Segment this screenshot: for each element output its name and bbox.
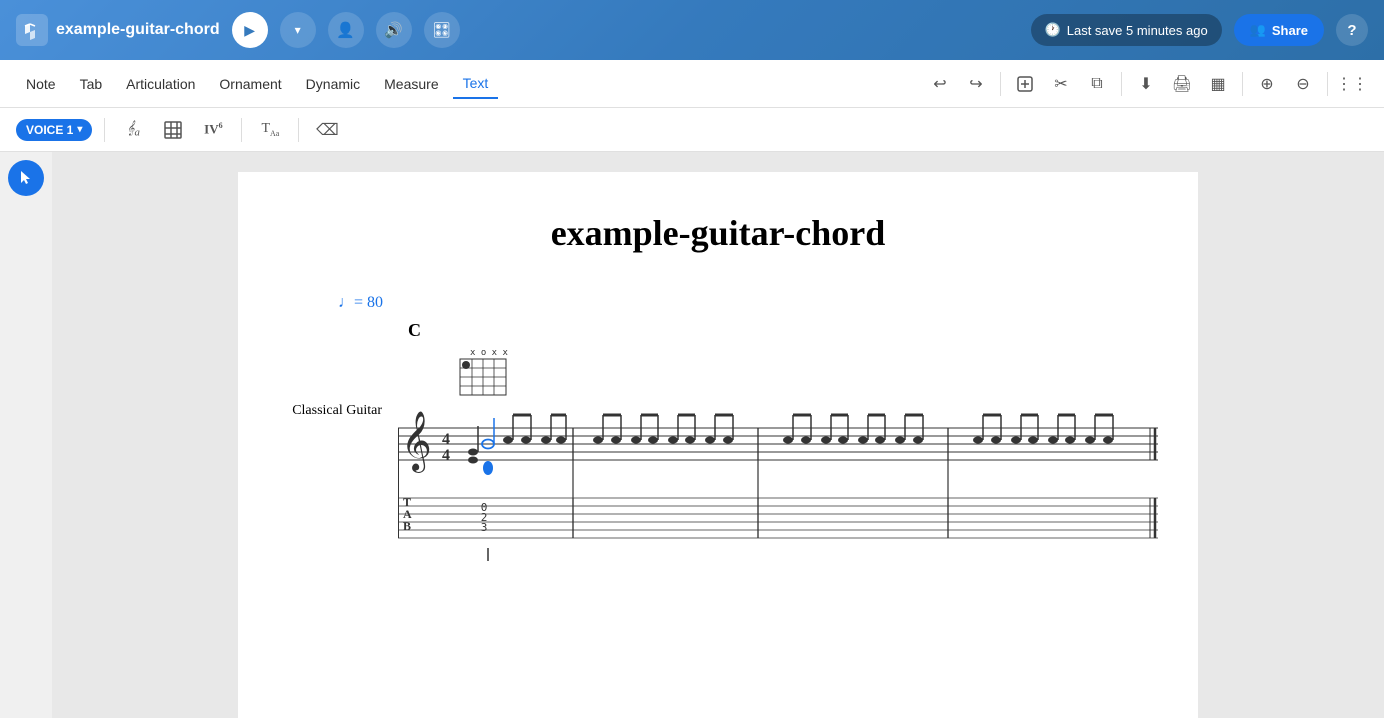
svg-text:3: 3 [481, 521, 488, 534]
chord-name: C [408, 320, 1158, 341]
instrument-label: Classical Guitar [278, 343, 398, 419]
help-icon: ? [1347, 22, 1356, 39]
sub-toolbar: VOICE 1 ▾ 𝄞a IV6 TAa ⌫ [0, 108, 1384, 152]
cut-button[interactable]: ✂ [1045, 68, 1077, 100]
header-right: 🕐 Last save 5 minutes ago 👥 Share ? [1031, 14, 1368, 46]
sub-divider-2 [241, 118, 242, 142]
redo-button[interactable]: ↪ [960, 68, 992, 100]
delete-icon: ⌫ [316, 120, 339, 140]
svg-text:4: 4 [442, 447, 450, 464]
main-content: example-guitar-chord ♩= 80 C Classical G… [52, 152, 1384, 718]
last-save-button[interactable]: 🕐 Last save 5 minutes ago [1031, 14, 1222, 46]
share-icon: 👥 [1250, 22, 1266, 38]
mixer-icon: 🎛 [432, 21, 451, 39]
app-logo: example-guitar-chord [16, 14, 220, 46]
pointer-icon [17, 169, 35, 187]
menu-dynamic[interactable]: Dynamic [296, 70, 370, 98]
download-button[interactable]: ⬇ [1130, 68, 1162, 100]
zoom-out-button[interactable]: ⊖ [1287, 68, 1319, 100]
toolbar-divider-3 [1242, 72, 1243, 96]
menu-tab[interactable]: Tab [70, 70, 113, 98]
app-title: example-guitar-chord [56, 21, 220, 39]
staff-container: Classical Guitar x o x x [278, 343, 1158, 568]
chord-symbol-icon: IV6 [204, 121, 222, 137]
voice-chevron-icon: ▾ [77, 124, 82, 135]
volume-button[interactable]: 🔊 [376, 12, 412, 48]
copy-button[interactable]: ⧉ [1081, 68, 1113, 100]
share-label: Share [1272, 23, 1308, 38]
chord-grid-icon [164, 121, 182, 139]
staff-svg: x o x x [398, 343, 1158, 568]
clock-icon: 🕐 [1045, 22, 1061, 38]
volume-icon: 🔊 [384, 21, 403, 39]
text-style-button[interactable]: TAa [254, 114, 286, 146]
menu-measure[interactable]: Measure [374, 70, 448, 98]
menu-note[interactable]: Note [16, 70, 66, 98]
text-style-icon: TAa [261, 121, 279, 138]
help-button[interactable]: ? [1336, 14, 1368, 46]
notation-area: ♩= 80 C Classical Guitar x o x x [278, 294, 1158, 568]
print-button[interactable]: 🖨 [1166, 68, 1198, 100]
undo-button[interactable]: ↩ [924, 68, 956, 100]
more-button[interactable]: ⋮⋮ [1336, 68, 1368, 100]
layout-button[interactable]: ▦ [1202, 68, 1234, 100]
sub-divider-3 [298, 118, 299, 142]
svg-text:x o x x: x o x x [470, 348, 509, 358]
svg-text:B: B [403, 519, 411, 533]
toolbar-divider-4 [1327, 72, 1328, 96]
lyrics-button[interactable]: 𝄞a [117, 114, 149, 146]
zoom-in-button[interactable]: ⊕ [1251, 68, 1283, 100]
logo-icon [16, 14, 48, 46]
left-panel [0, 152, 52, 196]
score-title: example-guitar-chord [278, 212, 1158, 254]
chord-symbol-button[interactable]: IV6 [197, 114, 229, 146]
toolbar-divider-1 [1000, 72, 1001, 96]
header: example-guitar-chord ▶ ▾ 👤 🔊 🎛 🕐 Last sa… [0, 0, 1384, 60]
share-button[interactable]: 👥 Share [1234, 14, 1324, 46]
insert-button[interactable] [1009, 68, 1041, 100]
play-button[interactable]: ▶ [232, 12, 268, 48]
menu-articulation[interactable]: Articulation [116, 70, 205, 98]
lyrics-icon: 𝄞a [127, 120, 140, 139]
dropdown-button[interactable]: ▾ [280, 12, 316, 48]
delete-button[interactable]: ⌫ [311, 114, 343, 146]
tempo-marking: ♩= 80 [338, 294, 1158, 312]
svg-text:4: 4 [442, 431, 450, 448]
tool-button[interactable] [8, 160, 44, 196]
svg-text:𝄞: 𝄞 [401, 411, 432, 473]
voice-label: VOICE 1 [26, 123, 73, 137]
menu-ornament[interactable]: Ornament [209, 70, 291, 98]
toolbar-divider-2 [1121, 72, 1122, 96]
mixer-button[interactable]: 🎛 [424, 12, 460, 48]
toolbar-actions: ↩ ↪ ✂ ⧉ ⬇ 🖨 ▦ ⊕ ⊖ ⋮⋮ [924, 68, 1368, 100]
score-canvas: example-guitar-chord ♩= 80 C Classical G… [238, 172, 1198, 718]
user-icon: 👤 [336, 21, 355, 39]
profile-button[interactable]: 👤 [328, 12, 364, 48]
sub-divider-1 [104, 118, 105, 142]
chord-grid-button[interactable] [157, 114, 189, 146]
play-icon: ▶ [244, 22, 255, 39]
chevron-down-icon: ▾ [295, 23, 301, 37]
menu-text[interactable]: Text [453, 69, 499, 99]
last-save-label: Last save 5 minutes ago [1067, 23, 1208, 38]
menu-toolbar: Note Tab Articulation Ornament Dynamic M… [0, 60, 1384, 108]
voice-dropdown[interactable]: VOICE 1 ▾ [16, 119, 92, 141]
